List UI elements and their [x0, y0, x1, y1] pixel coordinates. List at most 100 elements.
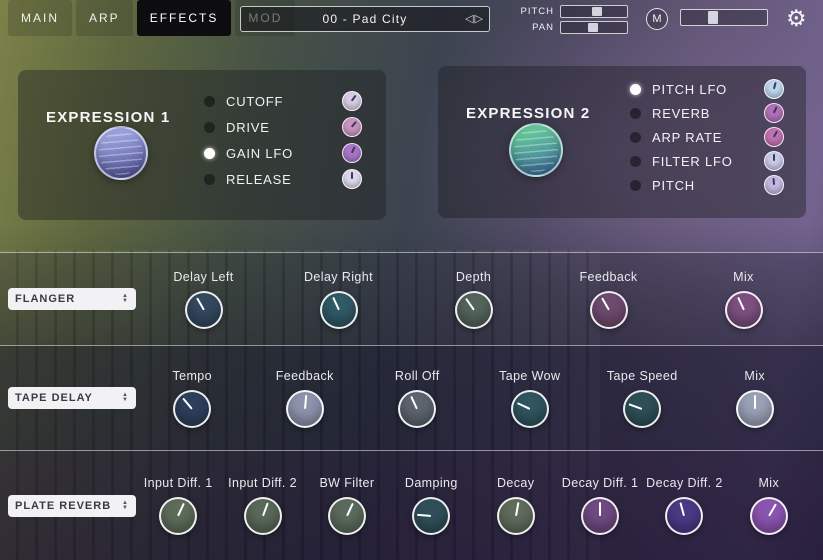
tape-mix-knob[interactable] [736, 390, 774, 428]
reverb-mini-knob[interactable] [764, 103, 784, 123]
bw-filter-knob[interactable] [328, 497, 366, 535]
knob-pointer [773, 106, 777, 113]
knob-group-damping: Damping [389, 476, 473, 535]
knob-group-tempo: Tempo [136, 369, 249, 428]
settings-gear-icon[interactable]: ⚙ [786, 5, 807, 33]
knob-pointer [351, 172, 353, 179]
decay-knob[interactable] [497, 497, 535, 535]
input-diff-1-knob[interactable] [159, 497, 197, 535]
filter-lfo-mini-knob[interactable] [764, 151, 784, 171]
gain-lfo-mini-knob[interactable] [342, 143, 362, 163]
m-button[interactable]: M [646, 8, 668, 30]
knob-group-tape-wow: Tape Wow [474, 369, 587, 428]
knob-pointer [410, 395, 418, 409]
delay-right-knob[interactable] [320, 291, 358, 329]
pitch-slider[interactable] [560, 5, 628, 18]
arp-rate-mini-knob[interactable] [764, 127, 784, 147]
flanger-effect-selector[interactable]: FLANGER ▲▼ [8, 288, 136, 310]
preset-selector[interactable]: 00 - Pad City ◁ ▷ [240, 6, 490, 32]
decay-diff-1-knob[interactable] [581, 497, 619, 535]
combo-updown-icon: ▲▼ [122, 294, 129, 304]
knob-group-decay-diff-2: Decay Diff. 2 [642, 476, 726, 535]
flanger-selector-label: FLANGER [15, 293, 75, 305]
option-cutoff: CUTOFF [204, 92, 362, 110]
knob-group-tape-speed: Tape Speed [586, 369, 699, 428]
tab-arp[interactable]: ARP [76, 0, 133, 36]
tempo-knob[interactable] [173, 390, 211, 428]
knob-group-decay-diff-1: Decay Diff. 1 [558, 476, 642, 535]
decay-diff-2-knob[interactable] [665, 497, 703, 535]
knob-pointer [351, 121, 356, 127]
drive-mini-knob[interactable] [342, 117, 362, 137]
knob-pointer [351, 95, 356, 101]
pitch-mini-knob[interactable] [764, 175, 784, 195]
roll-off-knob[interactable] [398, 390, 436, 428]
pitch-lfo-radio[interactable] [630, 84, 641, 95]
drive-radio[interactable] [204, 122, 215, 133]
reverb-label: REVERB [652, 106, 753, 121]
knob-pointer [351, 146, 355, 153]
preset-prev-icon[interactable]: ◁ [465, 14, 473, 25]
reverb-mix-knob[interactable] [750, 497, 788, 535]
knob-pointer [262, 503, 269, 517]
input-diff-2-label: Input Diff. 2 [228, 476, 297, 490]
tape-feedback-knob[interactable] [286, 390, 324, 428]
release-radio[interactable] [204, 174, 215, 185]
pitch-radio[interactable] [630, 180, 641, 191]
knob-pointer [177, 503, 185, 517]
tape-wow-knob[interactable] [511, 390, 549, 428]
option-drive: DRIVE [204, 118, 362, 136]
tab-effects[interactable]: EFFECTS [137, 0, 232, 36]
flanger-feedback-knob[interactable] [590, 291, 628, 329]
pitch-lfo-mini-knob[interactable] [764, 79, 784, 99]
knob-pointer [680, 502, 686, 516]
flanger-mix-label: Mix [733, 270, 754, 284]
tab-main[interactable]: MAIN [8, 0, 72, 36]
preset-next-icon[interactable]: ▷ [475, 14, 483, 25]
cutoff-radio[interactable] [204, 96, 215, 107]
synth-effects-page: MAIN ARP EFFECTS MOD 00 - Pad City ◁ ▷ P… [0, 0, 823, 560]
expression-1-knob[interactable] [94, 126, 148, 180]
knob-pointer [773, 82, 776, 89]
volume-slider-handle[interactable] [708, 11, 718, 24]
tape-speed-knob[interactable] [623, 390, 661, 428]
cutoff-mini-knob[interactable] [342, 91, 362, 111]
input-diff-2-knob[interactable] [244, 497, 282, 535]
knob-pointer [182, 397, 193, 409]
knob-pointer [332, 296, 340, 310]
filter-lfo-radio[interactable] [630, 156, 641, 167]
delay-left-knob[interactable] [185, 291, 223, 329]
knob-pointer [601, 297, 610, 310]
knob-pointer [304, 394, 307, 408]
knob-group-tape-feedback: Feedback [249, 369, 362, 428]
knob-group-flanger-mix: Mix [676, 270, 811, 329]
pitch-slider-handle[interactable] [592, 7, 602, 16]
arp-rate-radio[interactable] [630, 132, 641, 143]
reverb-mix-label: Mix [758, 476, 779, 490]
flanger-mix-knob[interactable] [725, 291, 763, 329]
tape-delay-effect-selector[interactable]: TAPE DELAY ▲▼ [8, 387, 136, 409]
expression-2-panel: EXPRESSION 2 PITCH LFO REVERB ARP RATE F… [438, 66, 806, 218]
reverb-radio[interactable] [630, 108, 641, 119]
knob-pointer [773, 178, 775, 185]
pan-slider[interactable] [560, 21, 628, 34]
pan-slider-handle[interactable] [588, 23, 598, 32]
gain-lfo-radio[interactable] [204, 148, 215, 159]
combo-updown-icon: ▲▼ [122, 393, 129, 403]
depth-knob[interactable] [455, 291, 493, 329]
volume-slider[interactable] [680, 9, 768, 26]
pitch-pan-controls: PITCH PAN [512, 5, 628, 34]
damping-knob[interactable] [412, 497, 450, 535]
tape-delay-row: TAPE DELAY ▲▼ Tempo Feedback Roll Off Ta… [0, 345, 823, 450]
option-filter-lfo: FILTER LFO [630, 152, 784, 170]
expression-2-knob[interactable] [509, 123, 563, 177]
flanger-feedback-label: Feedback [579, 270, 637, 284]
plate-reverb-effect-selector[interactable]: PLATE REVERB ▲▼ [8, 495, 136, 517]
knob-group-roll-off: Roll Off [361, 369, 474, 428]
knob-pointer [599, 502, 601, 516]
plate-reverb-row: PLATE REVERB ▲▼ Input Diff. 1 Input Diff… [0, 450, 823, 560]
decay-label: Decay [497, 476, 534, 490]
release-mini-knob[interactable] [342, 169, 362, 189]
pitch-lfo-label: PITCH LFO [652, 82, 753, 97]
release-label: RELEASE [226, 172, 331, 187]
